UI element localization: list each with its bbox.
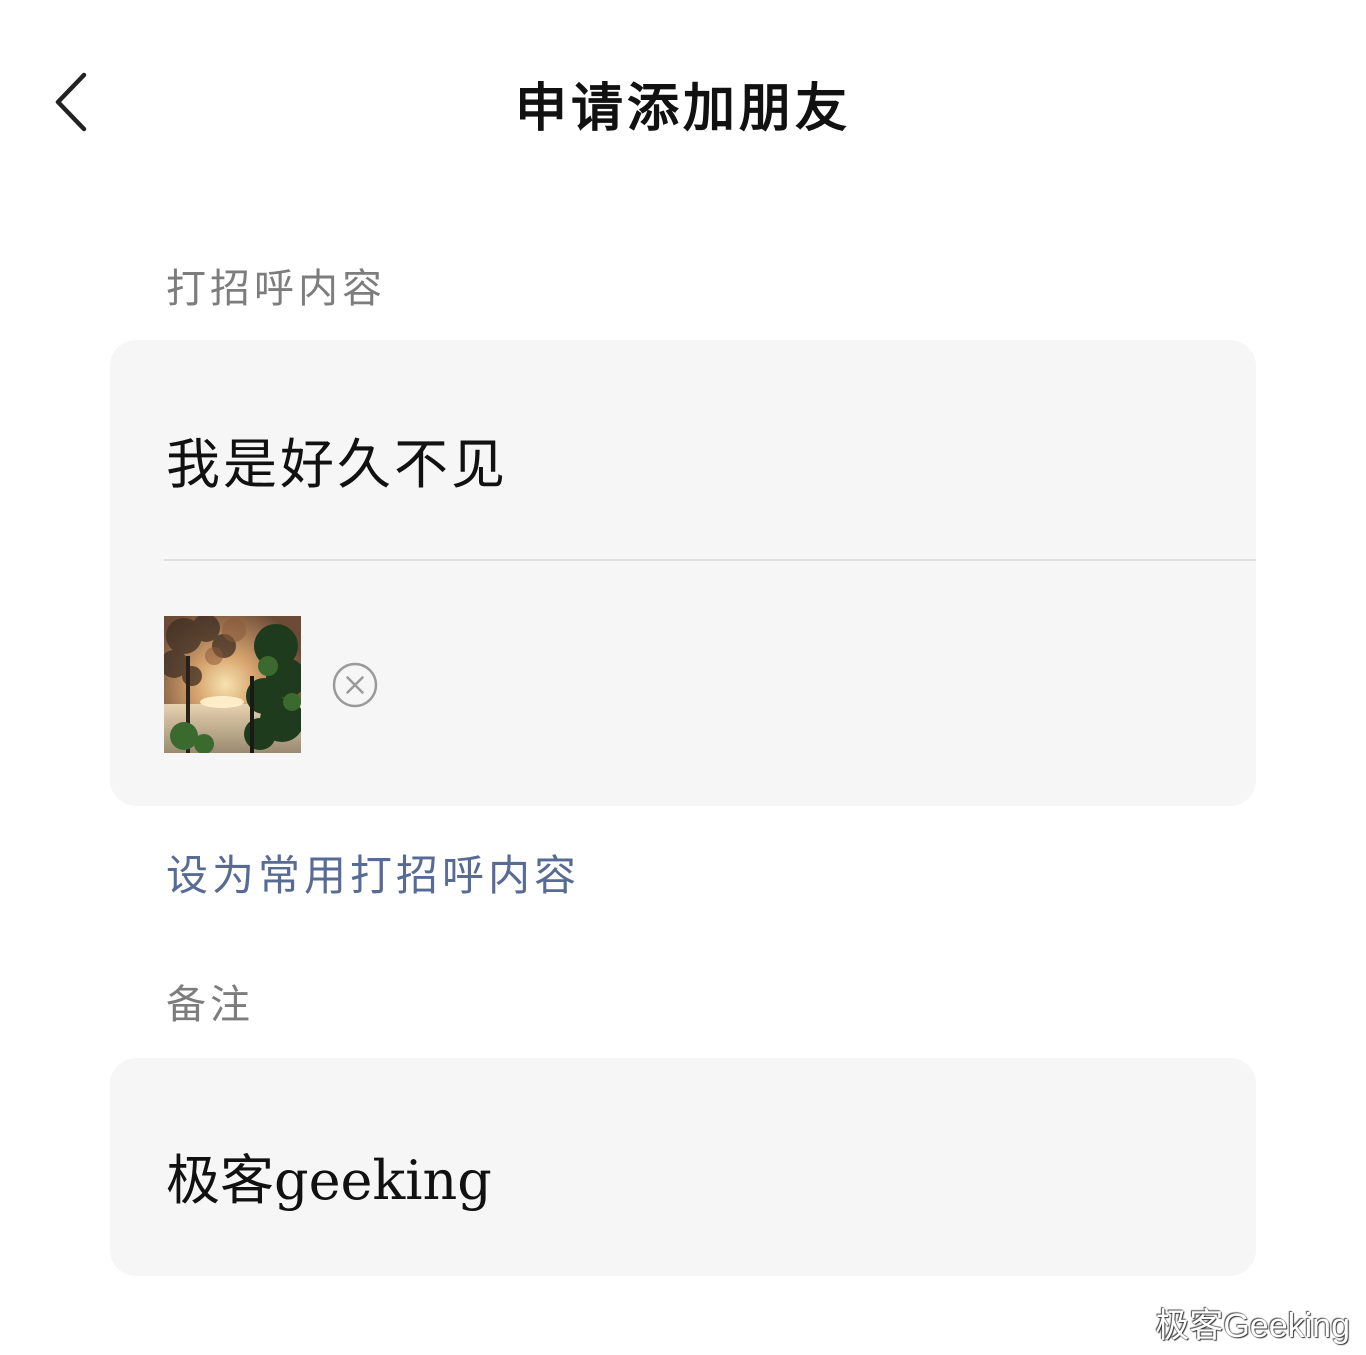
set-common-greeting-link[interactable]: 设为常用打招呼内容 [166, 842, 580, 903]
add-friend-page: 申请添加朋友 打招呼内容 我是好久不见 设为常用打招呼内容 备注 极客geeki… [0, 0, 1366, 1355]
watermark: 极客Geeking [1155, 1307, 1350, 1345]
remark-card: 极客geeking [110, 1058, 1256, 1276]
remark-input[interactable]: 极客geeking [166, 1136, 492, 1215]
remark-label: 备注 [166, 982, 254, 1028]
photo-image [164, 616, 301, 753]
greeting-card: 我是好久不见 [110, 340, 1256, 806]
greeting-input[interactable]: 我是好久不见 [166, 420, 508, 499]
close-circle-icon [332, 662, 378, 708]
divider [164, 559, 1256, 561]
remove-photo-button[interactable] [332, 662, 378, 708]
greeting-label: 打招呼内容 [166, 266, 386, 312]
attached-photo-thumbnail[interactable] [164, 616, 301, 753]
page-title: 申请添加朋友 [514, 78, 851, 139]
